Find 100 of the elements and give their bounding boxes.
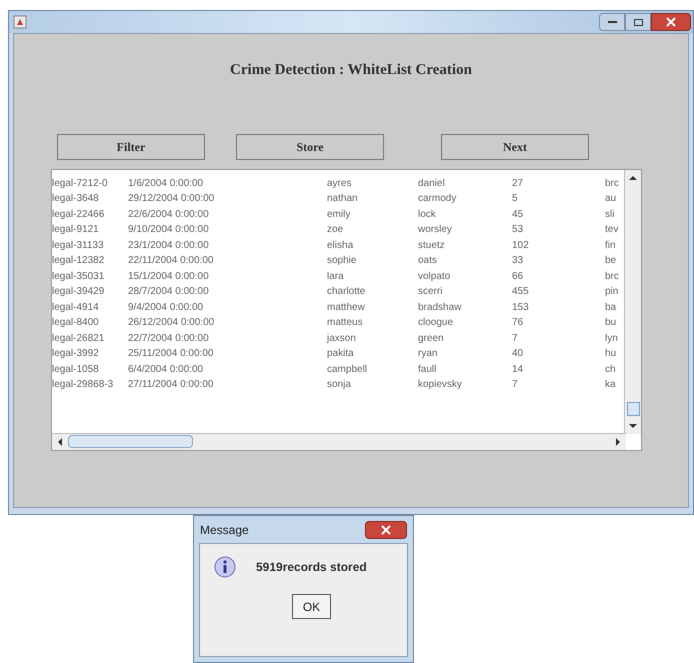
scroll-left-icon[interactable]	[56, 438, 64, 446]
table-cell-text: 22/6/2004 0:00:00	[128, 208, 210, 222]
scroll-up-icon[interactable]	[629, 174, 637, 182]
table-cell-text: 22/7/2004 0:00:00	[128, 332, 210, 346]
table-cell-text: elisha	[327, 238, 354, 253]
table-cell-text: 29/12/2004 0:00:00	[128, 192, 216, 206]
table-cell-text: lyn	[605, 332, 619, 346]
table-cell-text: legal-22466	[52, 208, 106, 222]
table-cell-text: ka	[605, 378, 617, 392]
table-cell-text: legal-39429	[52, 285, 106, 300]
table-cell-text: oats	[418, 254, 438, 268]
table-cell-text: 1/6/2004 0:00:00	[128, 176, 204, 191]
maximize-button[interactable]	[625, 13, 651, 31]
table-cell-text: au	[605, 192, 618, 206]
app-icon	[13, 15, 27, 29]
table-cell-text: carmody	[418, 192, 458, 206]
table-cell-text: stuetz	[418, 238, 446, 253]
table-cell-text: 66	[512, 270, 524, 284]
table-cell-text: tev	[605, 223, 620, 238]
table-cell-text: 5	[512, 192, 519, 206]
table-cell-text: 25/11/2004 0:00:00	[128, 347, 214, 362]
vertical-scrollbar[interactable]	[624, 170, 641, 434]
table-cell-text: scerri	[418, 285, 444, 300]
table-cell-text: legal-4914	[52, 300, 100, 315]
table-cell-text: 6/4/2004 0:00:00	[128, 362, 204, 377]
table-cell-text: ryan	[418, 347, 438, 362]
table-cell-text: volpato	[418, 270, 452, 284]
table-cell-text: 455	[512, 285, 530, 300]
table-cell-text: brc	[605, 176, 620, 191]
table-cell-text: legal-35031	[52, 270, 106, 284]
table-cell-text: ba	[605, 300, 618, 315]
table-cell-text: legal-9121	[52, 223, 100, 238]
table-cell-text: 26/12/2004 0:00:00	[128, 316, 216, 330]
table-cell-text: cloogue	[418, 316, 454, 330]
table-cell-text: legal-29868-3	[52, 378, 114, 392]
table-cell-text: be	[605, 254, 618, 268]
table-cell-text: zoe	[327, 223, 344, 238]
table-cell-text: legal-8400	[52, 316, 100, 330]
action-button[interactable]: Filter	[57, 134, 205, 160]
table-cell-text: 45	[512, 208, 524, 222]
dialog-title: Message	[200, 522, 249, 538]
info-icon	[214, 556, 236, 578]
table-cell-text: nathan	[327, 192, 359, 206]
table-cell-text: sli	[605, 208, 616, 222]
table-cell-text: ayres	[327, 176, 352, 191]
table-cell-text: legal-26821	[52, 332, 106, 346]
table-cell-text: legal-1058	[52, 362, 100, 377]
table-cell-text: kopievsky	[418, 378, 463, 392]
table-cell-text: brc	[605, 270, 620, 284]
close-button[interactable]	[651, 13, 691, 31]
table-cell-text: bu	[605, 316, 618, 330]
table-cell-text: 102	[512, 238, 530, 253]
scroll-thumb[interactable]	[626, 402, 640, 416]
table-cell-text: 53	[512, 223, 524, 238]
table-cell-text: matteus	[327, 316, 364, 330]
table-cell-text: pin	[605, 285, 620, 300]
table-cell-text: 14	[512, 362, 524, 377]
table-cell-text: campbell	[327, 362, 368, 377]
close-button[interactable]	[365, 520, 407, 538]
table-cell-text: worsley	[418, 223, 453, 238]
horizontal-scrollbar[interactable]	[52, 432, 626, 450]
table-cell-text: emily	[327, 208, 352, 222]
ok-button[interactable]: OK	[292, 594, 331, 619]
table-cell-text: 23/1/2004 0:00:00	[128, 238, 210, 253]
minimize-button[interactable]	[599, 13, 625, 31]
table-cell-text: legal-12382	[52, 254, 106, 268]
table-cell-text: faull	[418, 362, 438, 377]
table-cell-text: pakita	[327, 347, 355, 362]
table-cell-text: 27	[512, 176, 524, 191]
table-cell-text: sophie	[327, 254, 358, 268]
table-cell-text: 27/11/2004 0:00:00	[128, 378, 214, 392]
table-cell-text: jaxson	[327, 332, 357, 346]
table-cell-text: 7	[512, 332, 519, 346]
table-cell-text: lara	[327, 270, 345, 284]
dialog-message: 5919records stored	[256, 559, 367, 576]
table-cell-text: 9/4/2004 0:00:00	[128, 300, 204, 315]
table-cell-text: hu	[605, 347, 618, 362]
table-cell-text: legal-3992	[52, 347, 100, 362]
scroll-down-icon[interactable]	[629, 422, 637, 430]
table-cell-text: 15/1/2004 0:00:00	[128, 270, 210, 284]
table-cell-text: sonja	[327, 378, 352, 392]
minimize-icon	[608, 21, 616, 23]
action-button[interactable]: Store	[236, 134, 384, 160]
table-cell-text: 7	[512, 378, 519, 392]
table-cell-text: lock	[418, 208, 437, 222]
table-cell-text: 28/7/2004 0:00:00	[128, 285, 210, 300]
table-cell-text: legal-3648	[52, 192, 100, 206]
table-cell-text: daniel	[418, 176, 446, 191]
table-cell-text: 40	[512, 347, 524, 362]
close-icon	[666, 17, 676, 27]
scroll-right-icon[interactable]	[614, 438, 622, 446]
scroll-thumb[interactable]	[68, 435, 193, 448]
table-cell-text: 22/11/2004 0:00:00	[128, 254, 214, 268]
table-cell-text: matthew	[327, 300, 366, 315]
table-cell-text: 76	[512, 316, 524, 330]
table-cell-text: green	[418, 332, 445, 346]
maximize-icon	[634, 18, 642, 26]
table-cell-text: legal-7212-0	[52, 176, 109, 191]
action-button[interactable]: Next	[441, 134, 589, 160]
table-cell-text: legal-31133	[52, 238, 105, 253]
